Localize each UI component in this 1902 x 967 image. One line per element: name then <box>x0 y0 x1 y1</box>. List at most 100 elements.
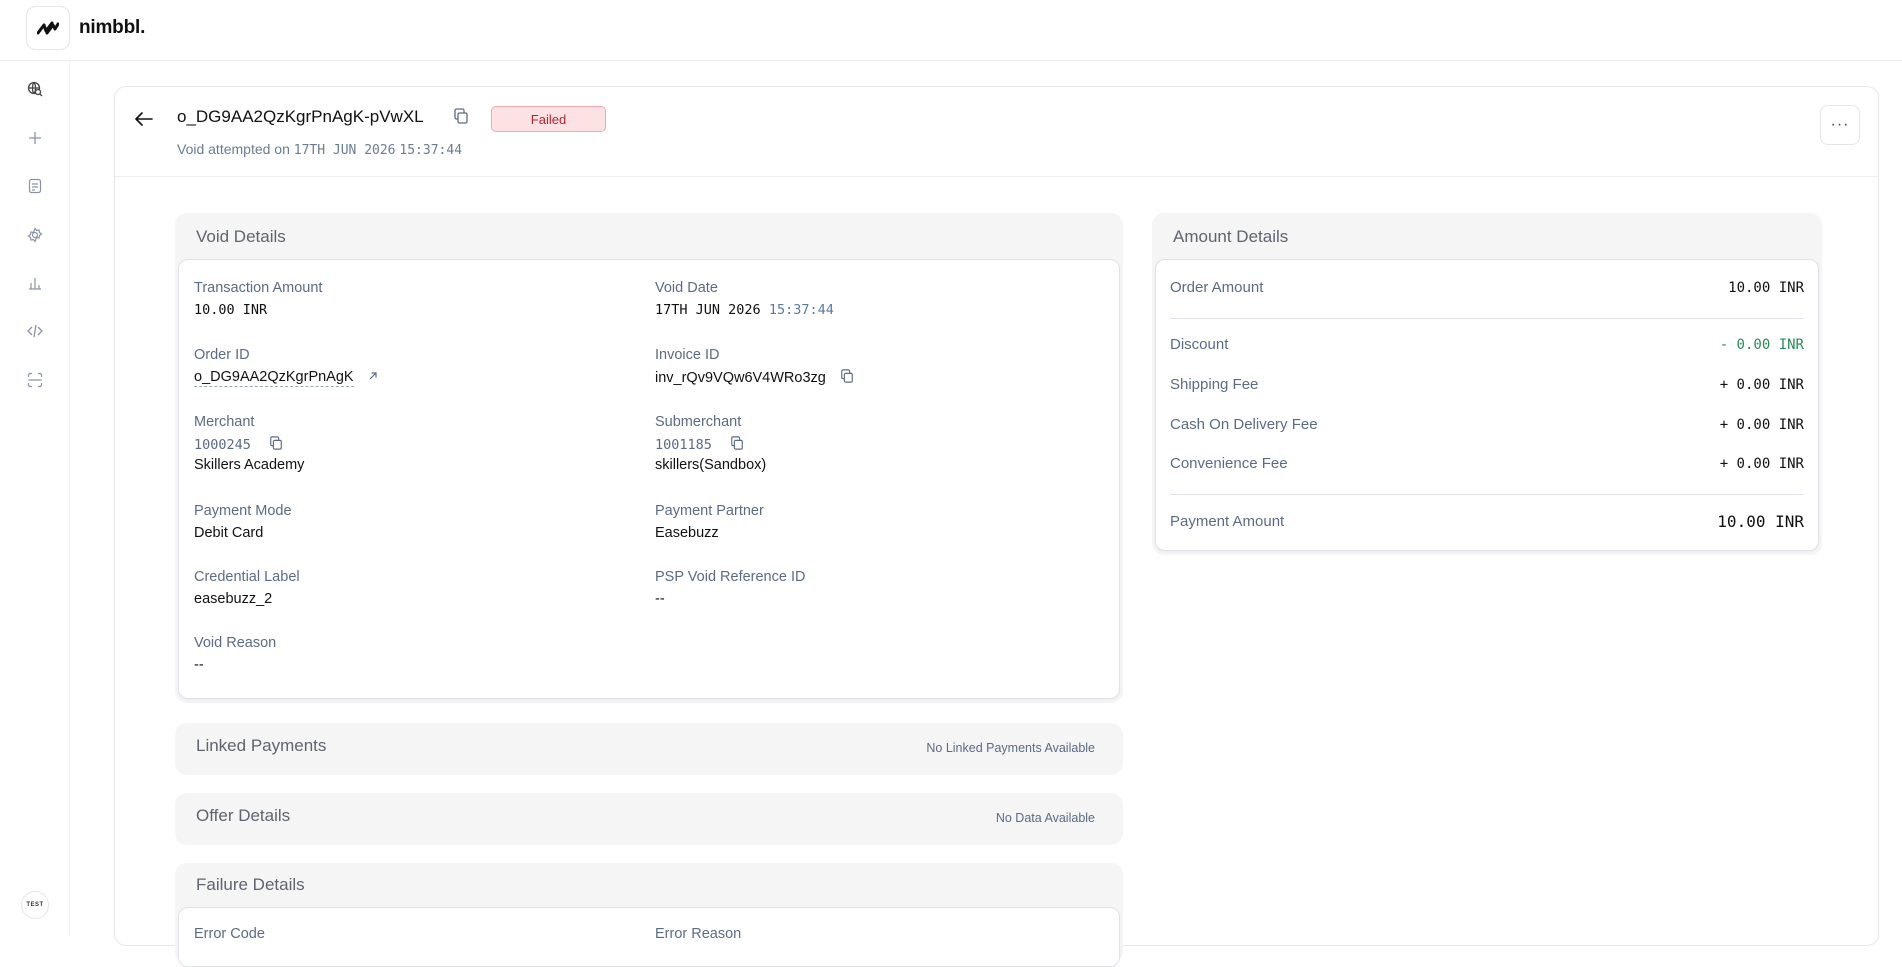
payment-partner-field: Payment Partner Easebuzz <box>655 503 764 541</box>
linked-payments-panel[interactable]: Linked Payments No Linked Payments Avail… <box>175 723 1123 775</box>
amount-label: Payment Amount <box>1170 513 1285 530</box>
amount-label: Cash On Delivery Fee <box>1170 416 1318 433</box>
analytics-icon[interactable] <box>25 273 45 293</box>
shipping-fee-value: + 0.00 INR <box>1719 376 1804 393</box>
merchant-name: Skillers Academy <box>194 457 305 473</box>
void-time: 15:37:44 <box>768 302 834 318</box>
submerchant-id-row: 1001185 <box>655 436 766 454</box>
sidebar: TEST <box>0 61 70 936</box>
brand-logo[interactable] <box>26 6 70 50</box>
amount-details-panel: Amount Details Order Amount 10.00 INR Di… <box>1152 213 1822 555</box>
submerchant-name: skillers(Sandbox) <box>655 457 767 473</box>
linked-payments-title: Linked Payments <box>196 736 327 755</box>
more-options-button[interactable]: ··· <box>1820 105 1860 145</box>
cod-fee-value: + 0.00 INR <box>1719 416 1804 433</box>
invoice-id-field: Invoice ID inv_rQv9VQw6V4WRo3zg <box>655 347 854 387</box>
status-badge: Failed <box>491 106 606 132</box>
field-label: Submerchant <box>655 414 742 430</box>
merchant-id: 1000245 <box>194 437 251 453</box>
transaction-amount-value: 10.00 INR <box>194 302 268 318</box>
convenience-fee-value: + 0.00 INR <box>1719 455 1804 472</box>
payment-mode-field: Payment Mode Debit Card <box>194 503 292 541</box>
shipping-fee-row: Shipping Fee + 0.00 INR <box>1170 376 1804 393</box>
credential-label-value: easebuzz_2 <box>194 591 273 607</box>
attempt-timestamp: Void attempted on 17TH JUN 2026 15:37:44 <box>177 141 462 158</box>
failure-details-title: Failure Details <box>196 875 305 894</box>
order-amount-value: 10.00 INR <box>1728 279 1804 296</box>
transaction-amount-field: Transaction Amount 10.00 INR <box>194 280 322 318</box>
globe-search-icon[interactable] <box>25 79 45 99</box>
invoice-id-value: inv_rQv9VQw6V4WRo3zg <box>655 369 826 386</box>
payment-mode-value: Debit Card <box>194 525 264 541</box>
credential-label-field: Credential Label easebuzz_2 <box>194 569 300 607</box>
field-label: Void Date <box>655 280 718 296</box>
offer-details-empty-note: No Data Available <box>995 811 1095 825</box>
discount-value: - 0.00 INR <box>1719 336 1804 353</box>
order-id-row: o_DG9AA2QzKgrPnAgK <box>194 369 378 387</box>
invoice-id-row: inv_rQv9VQw6V4WRo3zg <box>655 369 854 387</box>
page-title: o_DG9AA2QzKgrPnAgK-pVwXL <box>177 107 424 126</box>
convenience-fee-row: Convenience Fee + 0.00 INR <box>1170 455 1804 472</box>
field-label: Error Reason <box>655 926 742 942</box>
order-amount-row: Order Amount 10.00 INR <box>1170 279 1804 296</box>
document-icon[interactable] <box>25 176 45 196</box>
scan-icon[interactable] <box>25 370 45 390</box>
field-label: Payment Mode <box>194 503 292 519</box>
void-details-body: Transaction Amount 10.00 INR Void Date 1… <box>178 259 1120 699</box>
field-label: Merchant <box>194 414 255 430</box>
field-label: PSP Void Reference ID <box>655 569 806 585</box>
amount-details-body: Order Amount 10.00 INR Discount - 0.00 I… <box>1155 259 1819 551</box>
offer-details-panel[interactable]: Offer Details No Data Available <box>175 793 1123 845</box>
code-icon[interactable] <box>25 321 45 341</box>
environment-badge[interactable]: TEST <box>21 891 49 919</box>
psp-void-reference-field: PSP Void Reference ID -- <box>655 569 805 607</box>
copy-icon[interactable] <box>730 436 744 454</box>
external-link-icon[interactable] <box>368 369 378 385</box>
page-header: o_DG9AA2QzKgrPnAgK-pVwXL Failed Void att… <box>115 87 1878 177</box>
field-label: Error Code <box>194 926 265 942</box>
error-code-field: Error Code <box>194 926 265 948</box>
amount-label: Convenience Fee <box>1170 455 1288 472</box>
void-date-value: 17TH JUN 2026 15:37:44 <box>655 302 834 318</box>
merchant-id-row: 1000245 <box>194 436 304 454</box>
amount-label: Discount <box>1170 336 1229 353</box>
amount-label: Shipping Fee <box>1170 376 1259 393</box>
back-arrow-icon[interactable] <box>132 107 156 131</box>
field-label: Invoice ID <box>655 347 720 363</box>
error-reason-field: Error Reason <box>655 926 741 948</box>
attempt-time: 15:37:44 <box>399 143 463 158</box>
nimbbl-logo-icon <box>37 21 59 35</box>
void-details-panel: Void Details Transaction Amount 10.00 IN… <box>175 213 1123 703</box>
top-bar: nimbbl. <box>0 0 1902 61</box>
failure-details-panel: Failure Details Error Code Error Reason <box>175 863 1123 967</box>
void-reason-field: Void Reason -- <box>194 635 276 673</box>
payment-amount-row: Payment Amount 10.00 INR <box>1170 512 1804 531</box>
amount-details-title: Amount Details <box>1173 227 1289 246</box>
divider <box>1170 318 1804 319</box>
amount-label: Order Amount <box>1170 279 1264 296</box>
field-label: Payment Partner <box>655 503 764 519</box>
copy-icon[interactable] <box>840 369 854 387</box>
copy-icon[interactable] <box>269 436 283 454</box>
submerchant-field: Submerchant 1001185 skillers(Sandbox) <box>655 414 766 473</box>
merchant-field: Merchant 1000245 Skillers Academy <box>194 414 304 473</box>
order-id-link[interactable]: o_DG9AA2QzKgrPnAgK <box>194 369 354 387</box>
settings-icon[interactable] <box>25 225 45 245</box>
void-date: 17TH JUN 2026 <box>655 302 761 318</box>
field-label: Void Reason <box>194 635 277 651</box>
copy-icon[interactable] <box>453 108 469 129</box>
linked-payments-empty-note: No Linked Payments Available <box>926 741 1095 755</box>
submerchant-id: 1001185 <box>655 437 712 453</box>
void-reason-value: -- <box>194 657 204 673</box>
payment-partner-value: Easebuzz <box>655 525 719 541</box>
divider <box>1170 494 1804 495</box>
offer-details-title: Offer Details <box>196 806 291 825</box>
failure-details-body: Error Code Error Reason <box>178 907 1120 967</box>
attempt-label: Void attempted on <box>177 141 290 157</box>
order-id-field: Order ID o_DG9AA2QzKgrPnAgK <box>194 347 378 387</box>
attempt-date: 17TH JUN 2026 <box>293 143 396 158</box>
plus-icon[interactable] <box>25 128 45 148</box>
cod-fee-row: Cash On Delivery Fee + 0.00 INR <box>1170 416 1804 433</box>
field-label: Order ID <box>194 347 250 363</box>
psp-void-reference-value: -- <box>655 591 665 607</box>
